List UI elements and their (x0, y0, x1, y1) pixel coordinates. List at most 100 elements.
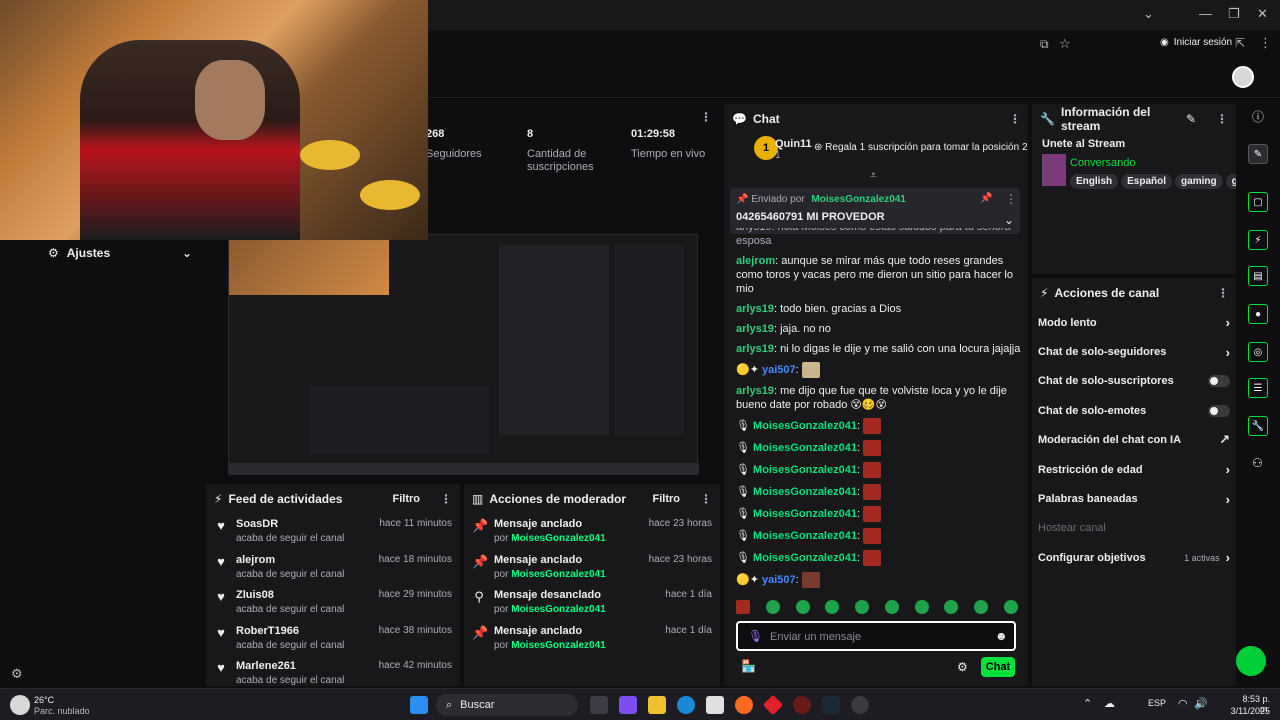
mod-action-item[interactable]: 📌 Mensaje anclado por MoisesGonzalez041 hac… (464, 550, 720, 586)
channel-action-4[interactable]: Chat de solo-emotes (1032, 396, 1236, 425)
info-icon[interactable]: ⓘ (1252, 108, 1264, 125)
settings-header[interactable]: ⚙ Ajustes ⌄ (34, 240, 206, 266)
settings-gear-icon[interactable]: ⚙ (11, 666, 23, 682)
app-dark-icon[interactable] (793, 696, 811, 714)
chat-username[interactable]: arlys19 (736, 343, 774, 355)
mod-action-user[interactable]: MoisesGonzalez041 (511, 569, 605, 580)
help-fab-button[interactable] (1236, 646, 1266, 676)
channel-action-9[interactable]: Configurar objetivos 1 activas › (1032, 543, 1236, 572)
taskview-icon[interactable] (590, 696, 608, 714)
chat-username[interactable]: MoisesGonzalez041 (753, 530, 857, 542)
emote-button[interactable] (914, 600, 929, 614)
channel-action-2[interactable]: Chat de solo-seguidores › (1032, 337, 1236, 366)
language-indicator[interactable]: ESP (1148, 698, 1166, 708)
rail-page-button[interactable]: ▤ (1248, 266, 1268, 286)
clock-date[interactable]: 3/11/2025 (1226, 706, 1270, 716)
mod-action-user[interactable]: MoisesGonzalez041 (511, 640, 605, 651)
taskbar-search[interactable]: ⌕ Buscar (436, 694, 578, 716)
toggle-switch[interactable] (1208, 404, 1230, 417)
channel-action-5[interactable]: Moderación del chat con IA ↗ (1032, 426, 1236, 455)
stream-info-more-icon[interactable]: ⋮ (1216, 112, 1228, 126)
close-icon[interactable]: ✕ (1257, 6, 1268, 22)
chat-username[interactable]: alejrom (736, 255, 775, 267)
gift-prompt[interactable]: ⊛ Regala 1 suscripción para tomar la pos… (814, 142, 1028, 153)
collapse-icon[interactable]: ⩡ (870, 168, 877, 183)
feed-more-icon[interactable]: ⋮ (440, 492, 452, 506)
chat-username[interactable]: yai507 (762, 364, 796, 376)
maximize-icon[interactable]: ❐ (1228, 6, 1240, 22)
mod-action-item[interactable]: 📌 Mensaje anclado por MoisesGonzalez041 hac… (464, 621, 720, 657)
signin-button[interactable]: ◉ Iniciar sesión (1160, 37, 1232, 48)
feed-item[interactable]: ♥ alejrom acaba de seguir el canal hace 18 … (206, 550, 460, 586)
chat-username[interactable]: MoisesGonzalez041 (753, 464, 857, 476)
feed-item[interactable]: ♥ SoasDR acaba de seguir el canal hace 11 m… (206, 514, 460, 550)
feed-item[interactable]: ♥ Marlene261 acaba de seguir el canal hace … (206, 656, 460, 692)
chat-username[interactable]: yai507 (762, 574, 796, 586)
mod-filter-button[interactable]: Filtro (653, 493, 681, 505)
file-explorer-icon[interactable] (648, 696, 666, 714)
stats-more-icon[interactable]: ⋮ (700, 110, 712, 124)
rail-broadcast-button[interactable]: ◎ (1248, 342, 1268, 362)
mod-action-user[interactable]: MoisesGonzalez041 (511, 604, 605, 615)
stream-tag[interactable]: English (1070, 174, 1119, 189)
chat-username[interactable]: MoisesGonzalez041 (753, 442, 857, 454)
stream-tag[interactable]: gra (1225, 174, 1236, 189)
chat-settings-gear-icon[interactable]: ⚙ (957, 660, 968, 674)
pinned-user[interactable]: MoisesGonzalez041 (811, 194, 905, 205)
avatar[interactable] (1232, 66, 1254, 88)
rail-edit-button[interactable]: ✎ (1248, 144, 1268, 164)
toggle-switch[interactable] (1208, 375, 1230, 388)
emote-button[interactable] (765, 600, 780, 614)
rail-clip-button[interactable]: ▢ (1248, 192, 1268, 212)
rail-chat-button[interactable]: ● (1248, 304, 1268, 324)
stream-tag[interactable]: Español (1121, 174, 1173, 189)
edge-icon[interactable] (677, 696, 695, 714)
rail-share-icon[interactable]: ⚇ (1252, 456, 1263, 470)
extensions-icon[interactable]: ⇱ (1235, 36, 1245, 50)
feed-item[interactable]: ♥ RoberT1966 acaba de seguir el canal hace … (206, 621, 460, 657)
channel-action-8[interactable]: Hostear canal (1032, 514, 1236, 543)
star-icon[interactable]: ☆ (1059, 36, 1071, 52)
store-icon[interactable]: 🏪 (741, 659, 756, 673)
emote-button[interactable] (1003, 600, 1018, 614)
feed-filter-button[interactable]: Filtro (393, 493, 421, 505)
chat-username[interactable]: MoisesGonzalez041 (753, 552, 857, 564)
emote-button[interactable] (736, 600, 750, 614)
emote-button[interactable] (825, 600, 840, 614)
chat-username[interactable]: arlys19 (736, 385, 774, 397)
channel-action-1[interactable]: Modo lento › (1032, 308, 1236, 337)
rail-list-button[interactable]: ☰ (1248, 378, 1268, 398)
screenshot-icon[interactable]: ⧉ (1040, 37, 1049, 52)
expand-icon[interactable]: ⌄ (1004, 213, 1014, 227)
emote-button[interactable] (795, 600, 810, 614)
store-app-icon[interactable] (706, 696, 724, 714)
windows-start-icon[interactable] (410, 696, 428, 714)
chat-username[interactable]: arlys19 (736, 303, 774, 315)
chat-username[interactable]: MoisesGonzalez041 (753, 420, 857, 432)
app-red-icon[interactable] (762, 694, 784, 716)
edit-pencil-icon[interactable]: ✎ (1186, 112, 1196, 126)
emote-button[interactable] (944, 600, 959, 614)
emoji-icon[interactable]: ☻ (995, 629, 1008, 643)
unpin-icon[interactable]: 📌 (980, 193, 992, 204)
weather-icon[interactable] (10, 695, 30, 715)
steam-icon[interactable] (822, 696, 840, 714)
category-link[interactable]: Conversando (1070, 157, 1135, 169)
emote-button[interactable] (884, 600, 899, 614)
firefox-icon[interactable] (735, 696, 753, 714)
channel-action-7[interactable]: Palabras baneadas › (1032, 484, 1236, 513)
chat-username[interactable]: MoisesGonzalez041 (753, 508, 857, 520)
copilot-icon[interactable] (619, 696, 637, 714)
channel-action-3[interactable]: Chat de solo-suscriptores (1032, 367, 1236, 396)
channel-actions-more-icon[interactable]: ⋮ (1217, 286, 1229, 300)
minimize-icon[interactable]: — (1199, 6, 1212, 21)
obs-icon[interactable] (851, 696, 869, 714)
rail-tool-button[interactable]: 🔧 (1248, 416, 1268, 436)
top-gifter-name[interactable]: Quin11 (775, 138, 812, 150)
pinned-more-icon[interactable]: ⋮ (1005, 192, 1017, 206)
chevron-down-icon[interactable]: ⌄ (1143, 6, 1154, 22)
channel-action-6[interactable]: Restricción de edad › (1032, 455, 1236, 484)
cloud-icon[interactable]: ☁ (1104, 697, 1115, 710)
stream-tag[interactable]: gaming (1175, 174, 1223, 189)
chat-input[interactable]: 🎙 Enviar un mensaje ☻ (736, 621, 1016, 651)
